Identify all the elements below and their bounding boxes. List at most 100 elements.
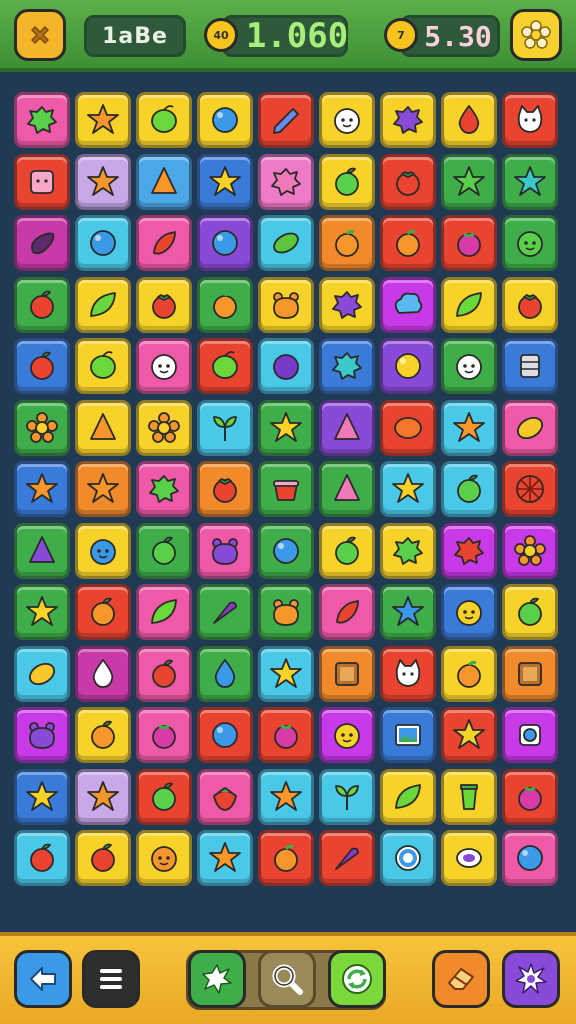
- tile-cat-white[interactable]: [380, 645, 436, 702]
- tile-plum[interactable]: [258, 338, 314, 394]
- tile-drop-white[interactable]: [75, 645, 131, 702]
- close-button[interactable]: [14, 9, 66, 61]
- tile-star-green[interactable]: [441, 153, 497, 210]
- tile-chili-red[interactable]: [319, 584, 375, 640]
- tile-orange[interactable]: [380, 215, 436, 271]
- tile-tomato[interactable]: [502, 276, 558, 333]
- tile-ring-blue[interactable]: [380, 830, 436, 886]
- bomb-button[interactable]: [502, 950, 560, 1008]
- tile-star-teal[interactable]: [502, 153, 558, 210]
- shuffle-button[interactable]: [328, 950, 386, 1008]
- tile-face-green[interactable]: [502, 215, 558, 271]
- settings-button[interactable]: [510, 9, 562, 61]
- tile-can-grey[interactable]: [502, 338, 558, 394]
- tile-splat-green[interactable]: [14, 92, 70, 148]
- tile-cat-white[interactable]: [502, 92, 558, 148]
- tile-egg-white[interactable]: [441, 830, 497, 886]
- tile-face-white[interactable]: [441, 338, 497, 394]
- tile-lime[interactable]: [197, 338, 253, 394]
- tile-berry-pink[interactable]: [136, 707, 192, 763]
- tile-lime[interactable]: [136, 92, 192, 148]
- tile-carrot-purple[interactable]: [197, 584, 253, 640]
- tile-lemon[interactable]: [502, 399, 558, 456]
- tile-apple-green[interactable]: [502, 584, 558, 640]
- tile-flower-orange[interactable]: [14, 399, 70, 456]
- tile-face-white[interactable]: [319, 92, 375, 148]
- tile-cloud-blue[interactable]: [380, 276, 436, 333]
- hint-button[interactable]: [258, 950, 316, 1008]
- tile-wheel-red[interactable]: [502, 461, 558, 517]
- tile-bear-orange[interactable]: [258, 584, 314, 640]
- tile-cone-purple[interactable]: [14, 522, 70, 579]
- tile-box-brown[interactable]: [319, 645, 375, 702]
- tile-bear-purple[interactable]: [14, 707, 70, 763]
- tile-star-orange[interactable]: [75, 768, 131, 825]
- tile-cone-orange[interactable]: [136, 153, 192, 210]
- tile-lime[interactable]: [75, 338, 131, 394]
- tile-tomato[interactable]: [197, 461, 253, 517]
- tile-face-yellow[interactable]: [441, 584, 497, 640]
- tile-star-blue[interactable]: [380, 584, 436, 640]
- tile-cone-orange[interactable]: [75, 399, 131, 456]
- tile-orange[interactable]: [319, 215, 375, 271]
- tile-carrot-purple[interactable]: [319, 830, 375, 886]
- tile-berry-pink[interactable]: [258, 707, 314, 763]
- tile-splat-teal[interactable]: [319, 338, 375, 394]
- tile-apple-green[interactable]: [136, 522, 192, 579]
- tile-face-white[interactable]: [136, 338, 192, 394]
- tile-splat-green[interactable]: [380, 522, 436, 579]
- tile-orange[interactable]: [258, 830, 314, 886]
- tile-cone-pink[interactable]: [319, 461, 375, 517]
- tile-apple-green[interactable]: [319, 153, 375, 210]
- tile-apple-red[interactable]: [14, 830, 70, 886]
- tile-gem-white[interactable]: [502, 707, 558, 763]
- tile-apple-green[interactable]: [441, 461, 497, 517]
- tile-cup-green[interactable]: [441, 768, 497, 825]
- tile-star-orange[interactable]: [441, 399, 497, 456]
- tile-ball-blue[interactable]: [197, 707, 253, 763]
- tile-box-brown[interactable]: [502, 645, 558, 702]
- tile-eggplant[interactable]: [14, 215, 70, 271]
- tile-bear-purple[interactable]: [197, 522, 253, 579]
- tile-strawberry[interactable]: [197, 768, 253, 825]
- tile-face-yellow[interactable]: [319, 707, 375, 763]
- tile-star-yellow[interactable]: [441, 707, 497, 763]
- tile-photo-blue[interactable]: [380, 707, 436, 763]
- tile-leaf-green[interactable]: [75, 276, 131, 333]
- tile-pickle-green[interactable]: [258, 215, 314, 271]
- tile-star-orange[interactable]: [197, 830, 253, 886]
- tile-star-yellow[interactable]: [258, 645, 314, 702]
- tile-apple-red[interactable]: [75, 830, 131, 886]
- tile-drop-red[interactable]: [441, 92, 497, 148]
- tile-square-pink[interactable]: [14, 153, 70, 210]
- tile-oval-orange[interactable]: [380, 399, 436, 456]
- tile-lemon[interactable]: [14, 645, 70, 702]
- tile-star-orange[interactable]: [75, 153, 131, 210]
- tile-splat-purple[interactable]: [380, 92, 436, 148]
- tile-star-yellow[interactable]: [14, 768, 70, 825]
- tile-cone-pink[interactable]: [319, 399, 375, 456]
- tile-flower-orange[interactable]: [502, 522, 558, 579]
- tile-splat-green[interactable]: [136, 461, 192, 517]
- tile-leaf-green[interactable]: [441, 276, 497, 333]
- tile-bucket-red[interactable]: [258, 461, 314, 517]
- tile-star-orange[interactable]: [14, 461, 70, 517]
- tile-ball-blue[interactable]: [258, 522, 314, 579]
- tile-flower-orange[interactable]: [136, 399, 192, 456]
- eraser-button[interactable]: [432, 950, 490, 1008]
- tile-apple-red[interactable]: [14, 276, 70, 333]
- tile-splat-pink[interactable]: [258, 153, 314, 210]
- tile-ball-yellow[interactable]: [380, 338, 436, 394]
- tile-chili-red[interactable]: [136, 215, 192, 271]
- tile-drop-blue[interactable]: [197, 645, 253, 702]
- tile-tomato[interactable]: [136, 276, 192, 333]
- tile-star-yellow[interactable]: [197, 153, 253, 210]
- tile-orange[interactable]: [197, 276, 253, 333]
- tile-sprout-green[interactable]: [319, 768, 375, 825]
- tile-star-orange[interactable]: [75, 461, 131, 517]
- tile-star-orange[interactable]: [75, 92, 131, 148]
- tile-star-yellow[interactable]: [380, 461, 436, 517]
- tile-star-yellow[interactable]: [258, 399, 314, 456]
- tile-face-blue[interactable]: [75, 522, 131, 579]
- tile-leaf-green[interactable]: [380, 768, 436, 825]
